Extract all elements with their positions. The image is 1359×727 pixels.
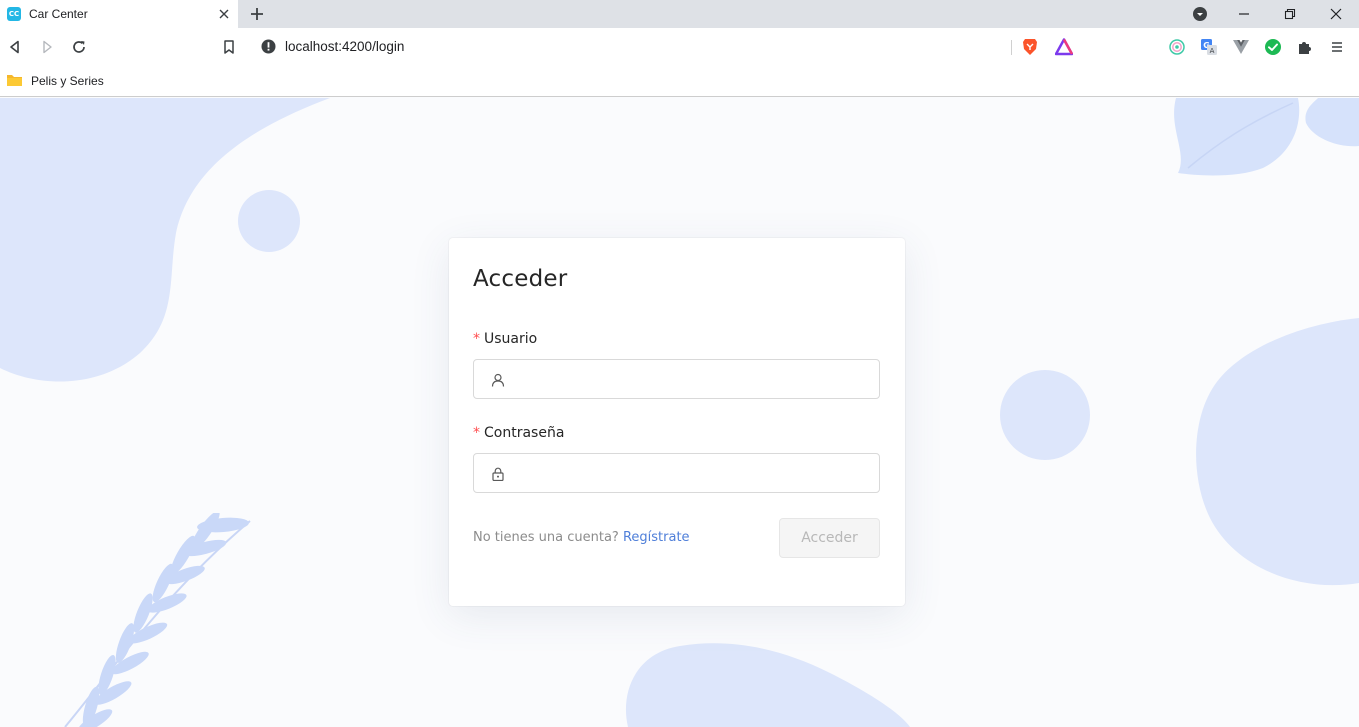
bookmark-label: Pelis y Series [31, 74, 104, 88]
password-label-text: Contraseña [484, 425, 565, 441]
background-leaves-top-right [1174, 98, 1359, 176]
user-icon [490, 372, 506, 388]
minimize-icon[interactable] [1234, 4, 1254, 24]
signup-link[interactable]: Regístrate [623, 530, 690, 545]
background-fern [64, 513, 251, 727]
extensions-puzzle-icon[interactable] [1295, 37, 1315, 57]
tab-title: Car Center [29, 7, 88, 21]
required-mark: * [473, 331, 480, 347]
back-icon[interactable] [5, 37, 25, 57]
browser-toolbar: localhost:4200/login GA [0, 28, 1359, 66]
svg-text:A: A [1210, 47, 1215, 55]
tab-car-center[interactable]: CC Car Center [0, 0, 238, 28]
password-input[interactable] [514, 454, 874, 492]
restore-icon[interactable] [1280, 4, 1300, 24]
username-label-text: Usuario [484, 331, 538, 347]
vue-devtools-icon[interactable] [1231, 37, 1251, 57]
folder-icon [6, 72, 23, 91]
close-window-icon[interactable] [1326, 4, 1346, 24]
username-input[interactable] [514, 360, 874, 398]
forward-icon[interactable] [37, 37, 57, 57]
username-field[interactable] [473, 359, 880, 399]
signup-prompt-text: No tienes una cuenta? [473, 530, 619, 545]
password-label: * Contraseña [473, 425, 564, 441]
close-tab-icon[interactable] [216, 6, 232, 22]
menu-icon[interactable] [1327, 37, 1347, 57]
username-label: * Usuario [473, 331, 537, 347]
brave-shields-icon[interactable] [1022, 38, 1038, 60]
new-tab-icon[interactable] [248, 5, 266, 23]
reload-icon[interactable] [69, 37, 89, 57]
background-blob-bottom [625, 643, 910, 727]
tab-strip: CC Car Center [0, 0, 1359, 28]
bookmark-icon[interactable] [219, 37, 239, 57]
login-submit-button[interactable]: Acceder [779, 518, 880, 558]
required-mark: * [473, 425, 480, 441]
favicon-icon: CC [7, 7, 21, 21]
background-circle-right [1000, 370, 1090, 460]
check-extension-icon[interactable] [1263, 37, 1283, 57]
bookmark-folder-pelis-y-series[interactable]: Pelis y Series [6, 71, 104, 91]
login-title: Acceder [473, 266, 568, 292]
signup-prompt: No tienes una cuenta? Regístrate [473, 530, 690, 545]
background-circle-left [238, 190, 300, 252]
login-page: Acceder * Usuario * Contraseña No tienes u… [0, 98, 1359, 727]
password-field[interactable] [473, 453, 880, 493]
brave-rewards-icon[interactable] [1054, 38, 1074, 60]
omnibox-divider [1011, 40, 1012, 55]
address-bar[interactable]: localhost:4200/login [251, 33, 1083, 61]
site-info-icon[interactable] [261, 39, 276, 58]
background-blob-right [1196, 318, 1359, 586]
lock-icon [490, 466, 506, 482]
extension-target-icon[interactable] [1167, 37, 1187, 57]
translate-icon[interactable]: GA [1199, 37, 1219, 57]
bookmarks-bar: Pelis y Series [0, 66, 1359, 97]
login-card: Acceder * Usuario * Contraseña No tienes u… [449, 238, 905, 606]
url-text: localhost:4200/login [285, 39, 405, 54]
tab-search-icon[interactable] [1190, 4, 1210, 24]
